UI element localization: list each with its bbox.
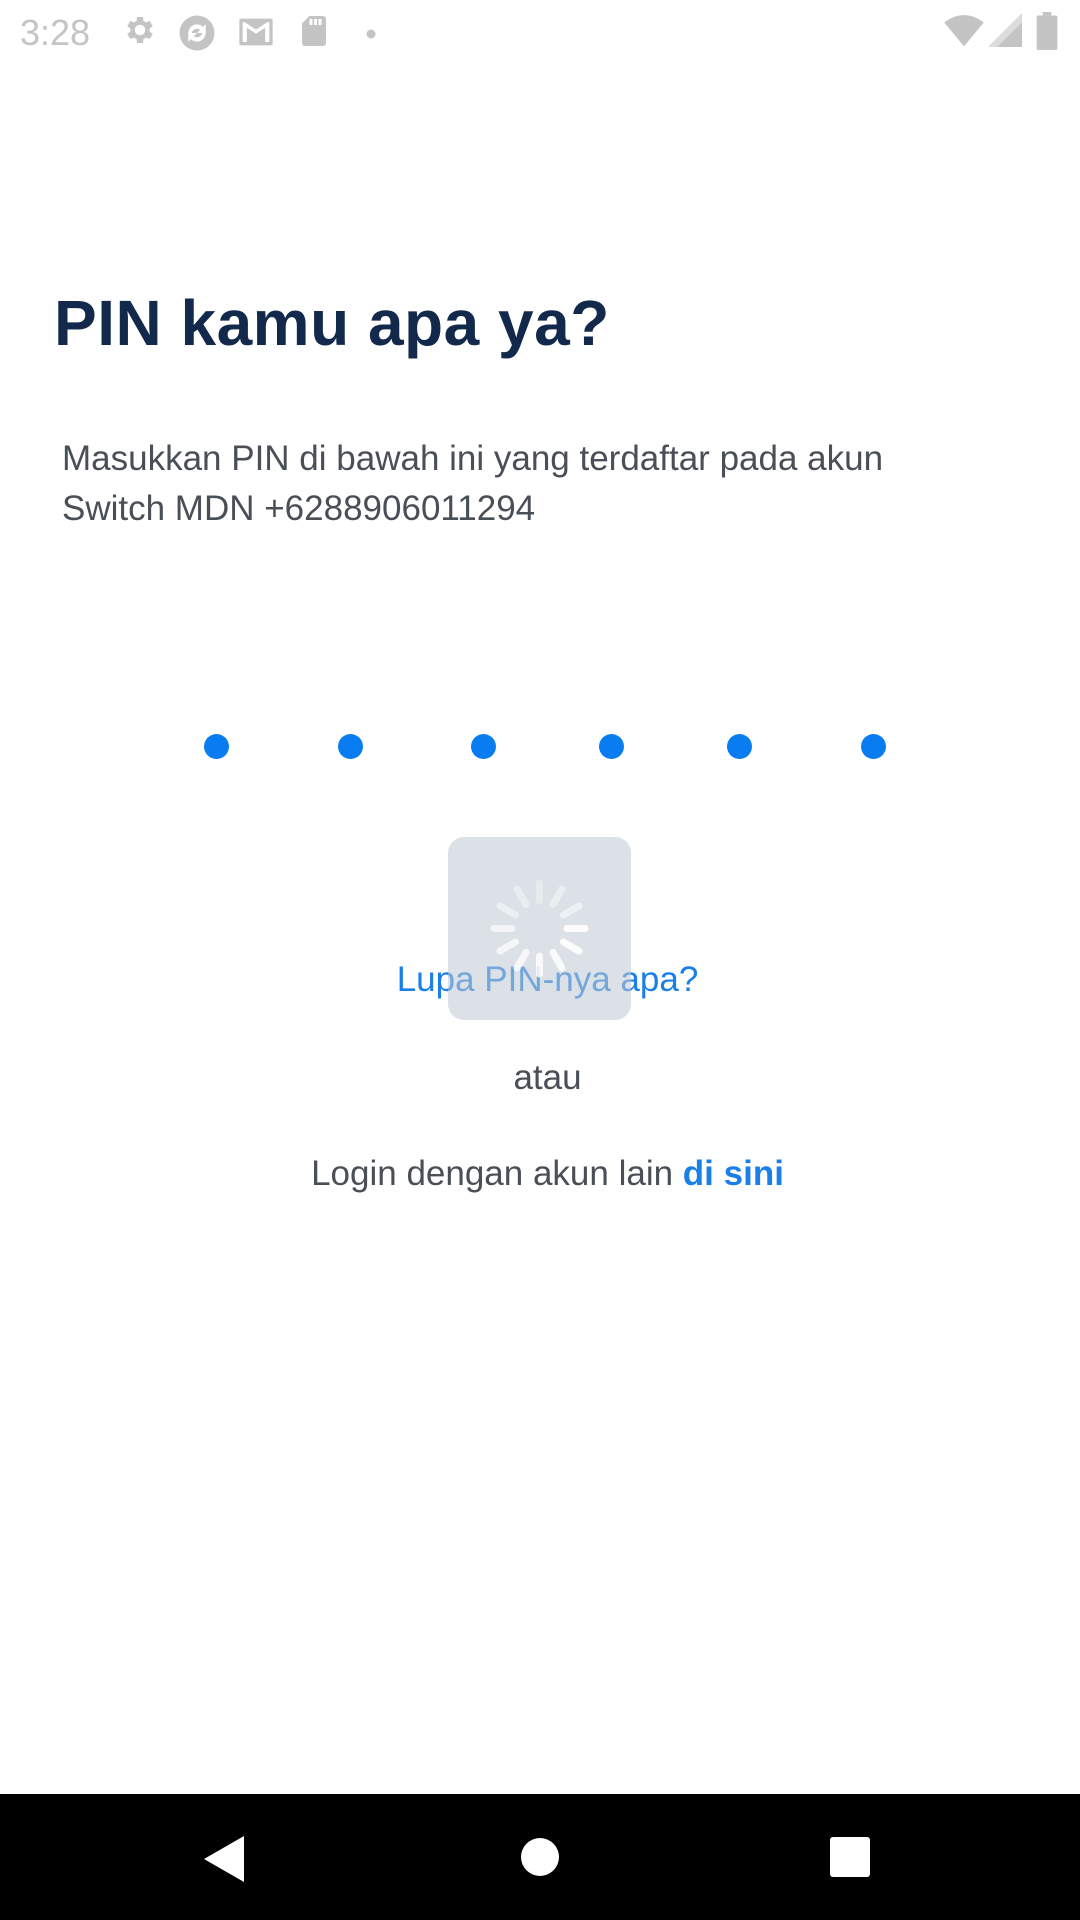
sd-card-icon (296, 12, 332, 55)
navigation-bar (0, 1794, 1080, 1920)
pin-dot (471, 734, 496, 759)
status-time: 3:28 (20, 12, 91, 53)
dot-icon (366, 26, 376, 44)
signal-icon (988, 12, 1022, 53)
gmail-icon (236, 12, 276, 57)
pin-dot (204, 734, 229, 759)
sync-icon (176, 12, 218, 59)
login-prefix-text: Login dengan akun lain (311, 1154, 683, 1193)
page-title: PIN kamu apa ya? (54, 287, 610, 359)
description-line-2: Switch MDN +6288906011294 (62, 489, 536, 528)
pin-dot (861, 734, 886, 759)
pin-entry-screen: 3:28 PIN kamu apa ya? Masukkan PIN di ba… (0, 0, 1080, 1920)
login-other-account: Login dengan akun lain di sini (0, 1154, 1080, 1194)
home-icon[interactable] (520, 1837, 560, 1882)
pin-dot (599, 734, 624, 759)
or-separator: atau (513, 1058, 582, 1097)
gear-icon (122, 12, 158, 53)
back-icon[interactable] (200, 1834, 246, 1889)
loading-overlay (448, 837, 631, 1020)
status-bar: 3:28 (0, 0, 1080, 64)
description-line-1: Masukkan PIN di bawah ini yang terdaftar… (62, 439, 884, 478)
login-here-link[interactable]: di sini (683, 1154, 784, 1193)
recents-icon[interactable] (830, 1837, 870, 1882)
pin-dot (727, 734, 752, 759)
pin-description: Masukkan PIN di bawah ini yang terdaftar… (62, 434, 1022, 534)
spinner-icon (490, 879, 589, 978)
wifi-icon (944, 12, 984, 53)
battery-icon (1036, 12, 1058, 55)
pin-dot (338, 734, 363, 759)
